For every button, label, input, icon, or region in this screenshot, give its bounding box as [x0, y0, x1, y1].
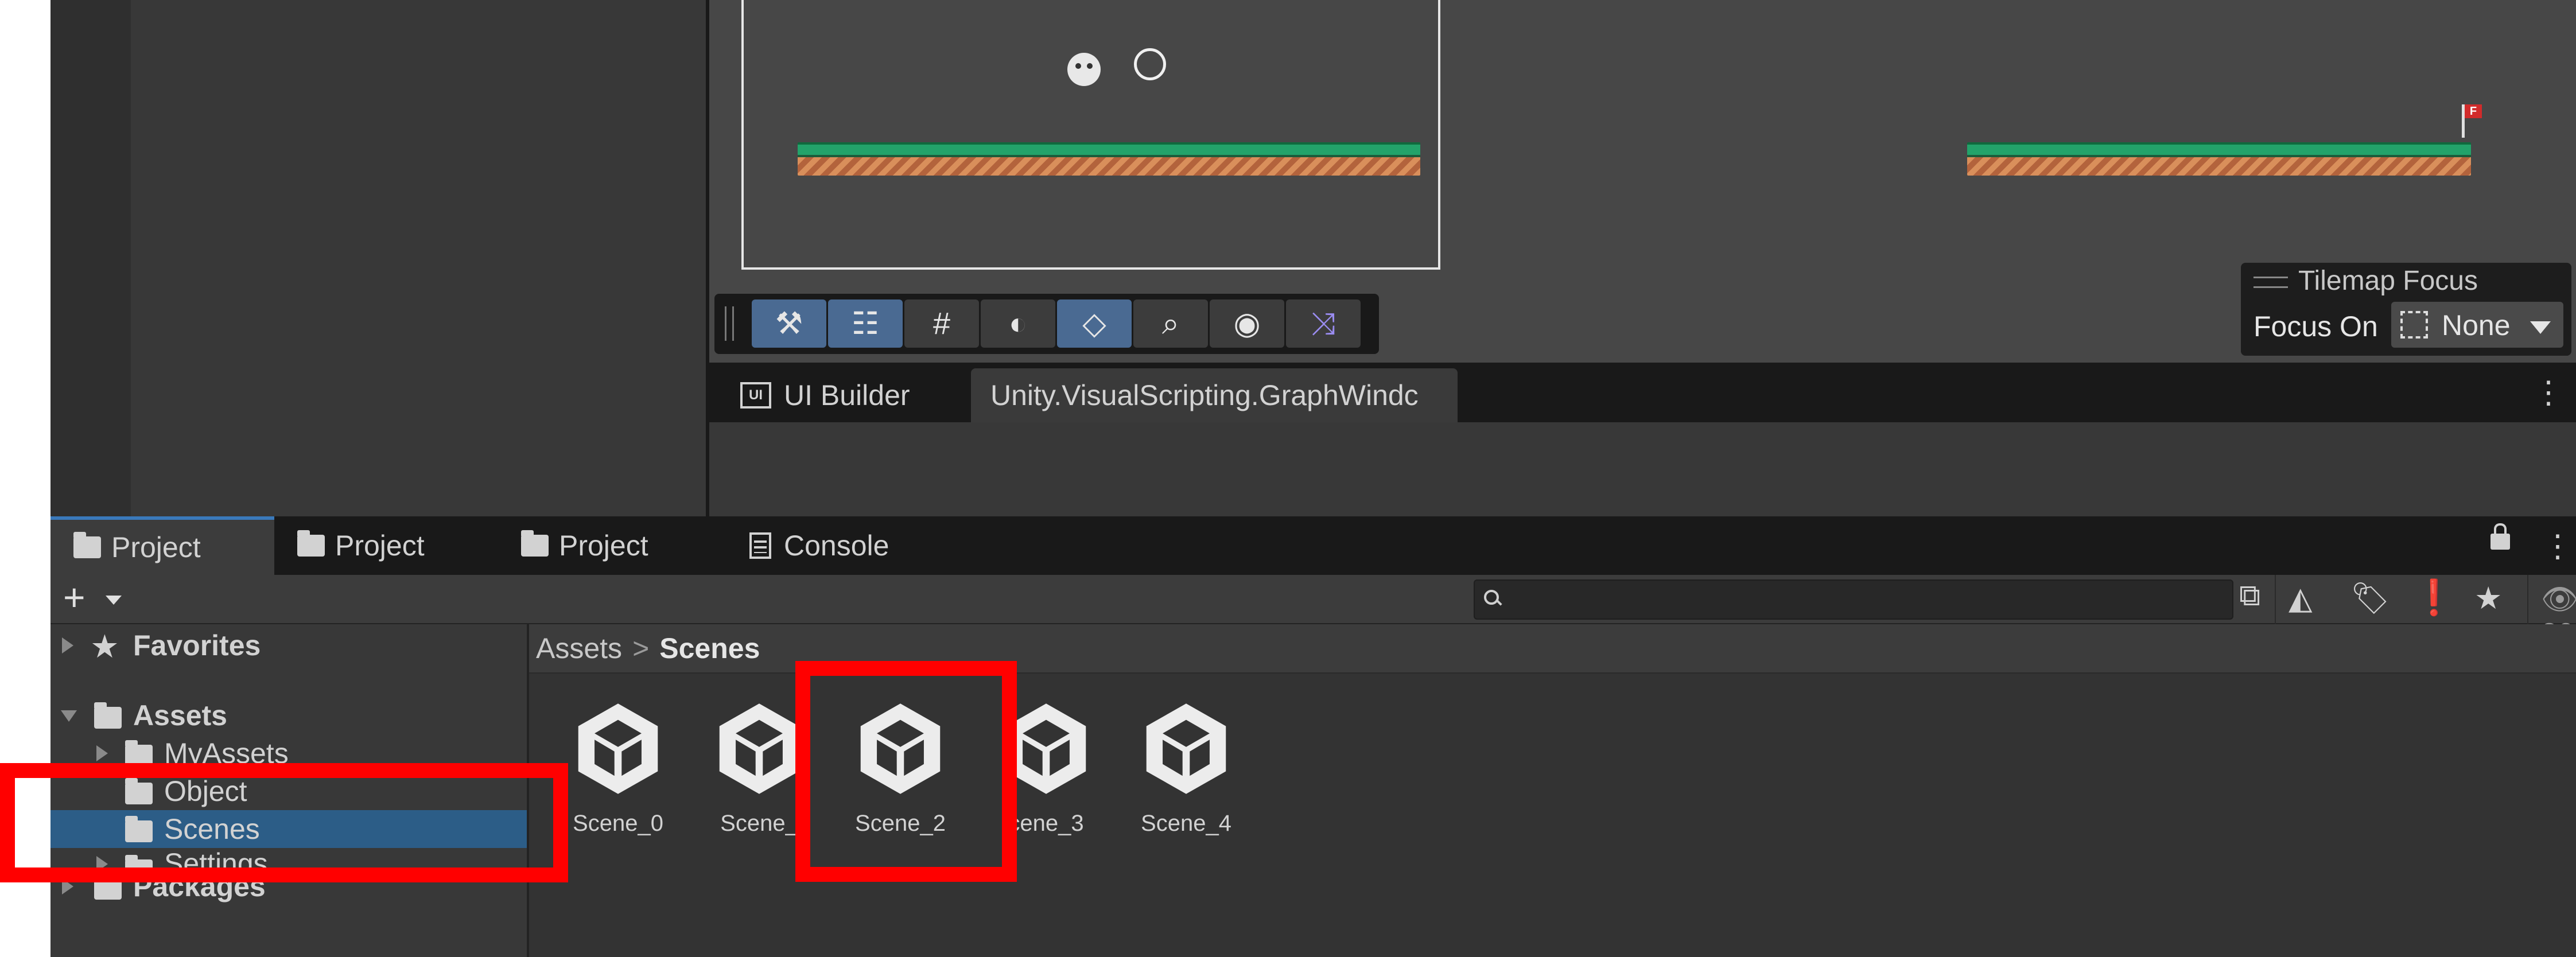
folder-icon	[73, 532, 101, 558]
chevron-down-icon	[2530, 321, 2551, 334]
breadcrumb-current[interactable]: Scenes	[659, 632, 760, 665]
project-toolbar: + ⧉ ◭ 🏷 ❗ ★ 👁 30	[50, 575, 2576, 651]
separator	[2527, 575, 2528, 624]
focus-on-value: None	[2442, 309, 2511, 341]
scene-toolbar: ⚒ ☷ # ◐ ◇ ⌕ ◉ ⤨	[714, 294, 1379, 354]
tools-icon: ⚒	[775, 306, 803, 341]
globe-gizmo-icon	[1134, 48, 1166, 80]
warning-filter-icon[interactable]: ❗	[2412, 581, 2455, 615]
asset-label: Scene_0	[573, 811, 663, 836]
shuffle-button[interactable]: ⤨	[1286, 299, 1361, 348]
tree-item-label: Favorites	[133, 629, 261, 662]
tab-project-3[interactable]: Project	[521, 516, 648, 575]
overlay-grip-icon[interactable]	[2253, 277, 2288, 288]
tree-item-favorites[interactable]: ★ Favorites	[50, 627, 527, 664]
collapse-arrow-icon[interactable]	[61, 710, 77, 722]
project-tab-bar: Project Project Project Console ⋮	[50, 516, 2576, 575]
filter-by-label-icon[interactable]: 🏷	[2350, 583, 2390, 614]
favorites-star-icon[interactable]: ★	[2474, 583, 2502, 614]
graph-window-panel	[709, 422, 2576, 516]
asset-item[interactable]: Scene_4	[1132, 700, 1241, 837]
hierarchy-panel	[131, 0, 706, 516]
snap-grid-icon: ◇	[1082, 306, 1106, 341]
shading-button[interactable]: ◐	[981, 299, 1055, 348]
shading-icon: ◐	[1008, 306, 1028, 341]
tilemap-focus-overlay: Tilemap Focus Focus On None	[2241, 263, 2571, 356]
tab-label: Project	[559, 530, 648, 562]
separator	[2275, 575, 2276, 624]
tab-graph-window[interactable]: Unity.VisualScripting.GraphWindc	[971, 368, 1458, 422]
settings-sliders-icon: ☷	[851, 306, 880, 341]
tab-label: Console	[784, 530, 889, 562]
unity-scene-icon	[578, 703, 658, 794]
star-icon: ★	[92, 631, 118, 663]
search-icon: ⌕	[1161, 306, 1180, 341]
search-input[interactable]	[1474, 579, 2233, 620]
editor-tab-strip: UI UI Builder Unity.VisualScripting.Grap…	[709, 363, 2576, 422]
tab-ui-builder[interactable]: UI UI Builder	[730, 368, 920, 422]
ground-platform-right[interactable]	[1967, 142, 2471, 176]
grid-icon: #	[933, 306, 951, 341]
breadcrumb-separator: >	[632, 632, 650, 664]
tab-project-1[interactable]: Project	[50, 516, 274, 575]
filter-by-type-icon[interactable]: ◭	[2289, 583, 2313, 614]
tilemap-focus-title: Tilemap Focus	[2298, 266, 2478, 296]
tab-console[interactable]: Console	[749, 516, 889, 575]
tools-button[interactable]: ⚒	[752, 299, 826, 348]
ground-platform-left[interactable]	[798, 142, 1420, 176]
folder-icon	[521, 530, 549, 557]
unity-scene-icon	[1146, 703, 1226, 794]
lock-icon[interactable]	[2490, 523, 2510, 550]
add-button[interactable]: +	[63, 578, 86, 616]
console-icon	[749, 532, 771, 559]
focus-on-dropdown[interactable]: None	[2391, 302, 2563, 348]
folder-open-icon	[94, 702, 122, 729]
player-character[interactable]	[1067, 53, 1101, 86]
snap-grid-button[interactable]: ◇	[1057, 299, 1132, 348]
unity-scene-icon	[719, 703, 799, 794]
tree-item-assets[interactable]: Assets	[50, 697, 527, 734]
search-icon	[1484, 590, 1499, 605]
tab-label: Project	[111, 531, 201, 563]
left-dock-panel	[50, 0, 131, 516]
chevron-down-icon[interactable]	[106, 596, 122, 605]
shuffle-icon: ⤨	[1311, 306, 1336, 341]
more-options-icon[interactable]: ⋮	[2533, 374, 2564, 410]
search-by-type-icon[interactable]: ⧉	[2239, 581, 2260, 610]
tab-label: Project	[335, 530, 425, 562]
tree-item-label: Assets	[133, 699, 227, 732]
ui-builder-icon: UI	[740, 382, 771, 409]
goal-flag-icon[interactable]: F	[2465, 104, 2482, 118]
tab-ui-builder-label: UI Builder	[784, 379, 910, 411]
camera-button[interactable]: ◉	[1210, 299, 1284, 348]
breadcrumb-assets[interactable]: Assets	[536, 632, 622, 665]
settings-button[interactable]: ☷	[828, 299, 903, 348]
asset-item[interactable]: Scene_0	[564, 700, 673, 837]
expand-arrow-icon[interactable]	[96, 745, 108, 761]
asset-label: Scene_4	[1141, 811, 1231, 836]
camera-frame	[741, 0, 1440, 270]
search-scene-button[interactable]: ⌕	[1133, 299, 1208, 348]
folder-icon	[297, 530, 325, 557]
expand-arrow-icon[interactable]	[62, 637, 73, 653]
none-target-icon	[2400, 311, 2428, 339]
toolbar-grip[interactable]	[725, 306, 734, 341]
focus-on-label: Focus On	[2253, 310, 2378, 343]
more-options-icon[interactable]: ⋮	[2542, 528, 2573, 564]
camera-eye-icon: ◉	[1233, 306, 1261, 341]
eye-icon: 👁	[2541, 583, 2576, 616]
tab-graph-window-label: Unity.VisualScripting.GraphWindc	[990, 379, 1419, 411]
grid-button[interactable]: #	[904, 299, 979, 348]
highlight-box-scene-2	[795, 661, 1017, 882]
highlight-box-scenes-folder	[0, 763, 568, 882]
tab-project-2[interactable]: Project	[297, 516, 425, 575]
